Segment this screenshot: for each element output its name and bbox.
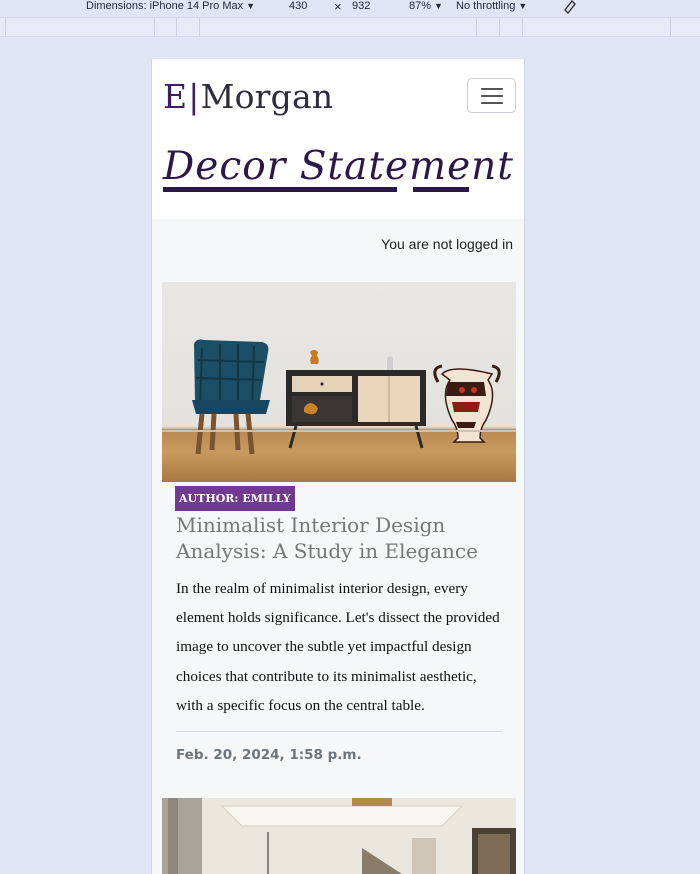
post-date: Feb. 20, 2024, 1:58 p.m. — [176, 747, 362, 763]
dropdown-caret-icon: ▼ — [518, 1, 528, 11]
zoom-label: 87% — [409, 0, 432, 12]
media-query-ruler — [0, 17, 700, 37]
luxury-interior-illustration — [162, 798, 516, 874]
login-status: You are not logged in — [381, 236, 513, 252]
viewport-width-input[interactable]: 430 — [289, 0, 307, 13]
brand-name: Morgan — [200, 77, 334, 116]
site-title-underline — [163, 187, 469, 192]
navbar: E|Morgan Decor Statement — [152, 59, 524, 219]
viewport-height-input[interactable]: 932 — [352, 0, 370, 13]
brand-initial: E — [163, 77, 188, 116]
dropdown-caret-icon: ▼ — [434, 1, 443, 11]
site-title: Decor Statement — [163, 144, 514, 189]
minimalist-room-illustration — [162, 339, 516, 455]
site-title-underline-gap — [397, 187, 413, 192]
zoom-dropdown[interactable]: 87% ▼ — [409, 0, 443, 13]
brand-logo[interactable]: E|Morgan — [163, 77, 333, 116]
post-image[interactable] — [162, 798, 516, 874]
author-badge: AUTHOR: EMILLY — [175, 486, 295, 511]
main-content: You are not logged in AUTHOR: EMILLY Min… — [152, 219, 524, 874]
throttling-label: No throttling — [456, 0, 516, 12]
navbar-toggler-button[interactable] — [467, 78, 516, 113]
post-title[interactable]: Minimalist Interior Design Analysis: A S… — [176, 512, 506, 564]
throttling-dropdown[interactable]: No throttling ▼ — [456, 0, 527, 13]
device-viewport: E|Morgan Decor Statement You are not log… — [151, 59, 525, 874]
dropdown-caret-icon: ▼ — [246, 1, 256, 11]
device-dimensions-dropdown[interactable]: Dimensions: iPhone 14 Pro Max ▼ — [86, 0, 255, 13]
rotate-device-icon[interactable] — [562, 0, 578, 18]
post-divider — [176, 731, 502, 732]
post-excerpt: In the realm of minimalist interior desi… — [176, 580, 500, 714]
dimension-separator: × — [334, 0, 342, 14]
brand-separator: | — [188, 77, 200, 116]
devtools-toolbar: Dimensions: iPhone 14 Pro Max ▼ 430 × 932… — [0, 0, 700, 15]
post-image[interactable] — [162, 282, 516, 482]
device-dimensions-label: Dimensions: iPhone 14 Pro Max — [86, 0, 244, 12]
